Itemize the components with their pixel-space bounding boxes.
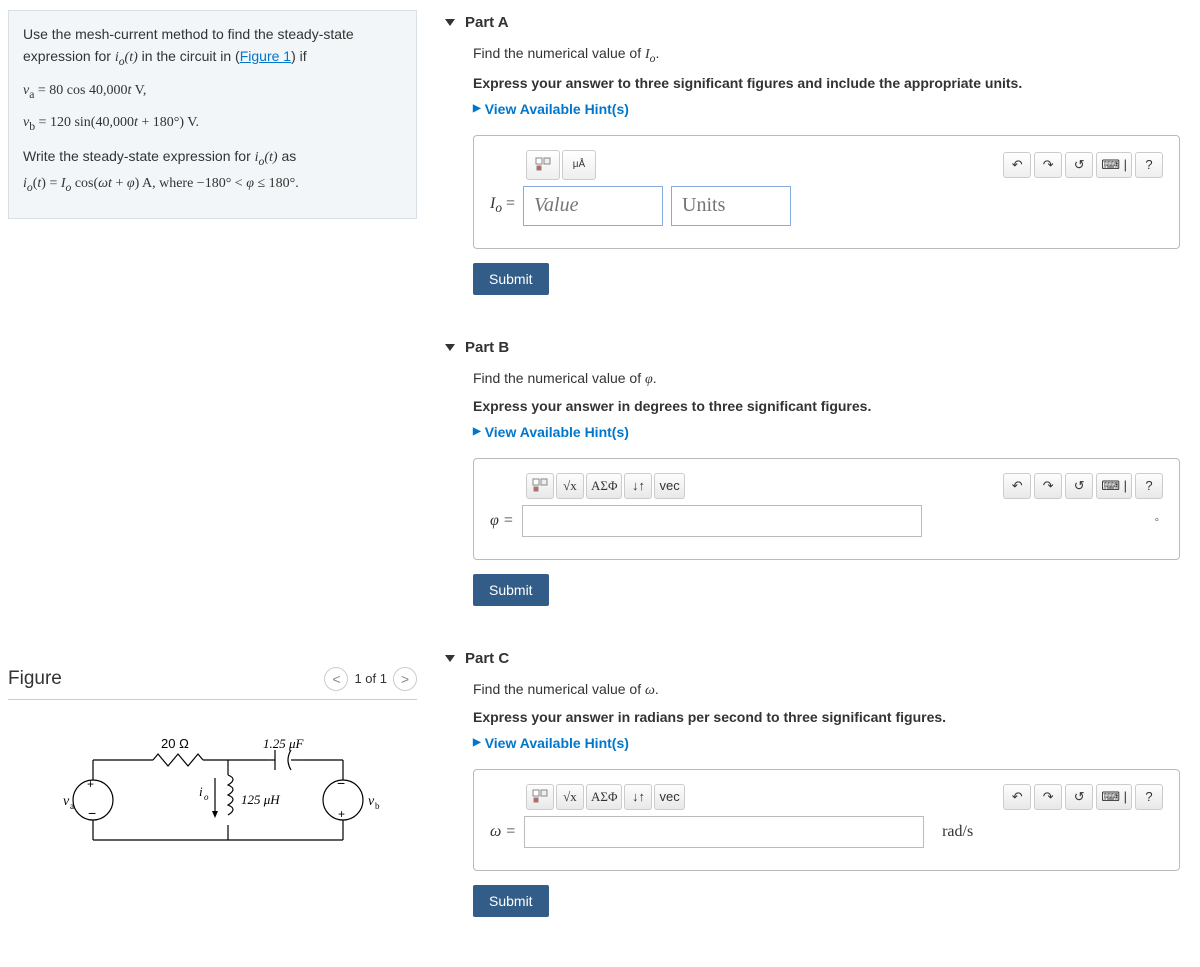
sqrt-button[interactable]: √x — [556, 473, 584, 499]
submit-button[interactable]: Submit — [473, 885, 549, 917]
redo-button[interactable]: ↷ — [1034, 784, 1062, 810]
answer-label: φ = — [490, 512, 514, 530]
redo-button[interactable]: ↷ — [1034, 152, 1062, 178]
answer-label: Io = — [490, 195, 515, 216]
value-input[interactable] — [524, 816, 924, 848]
templates-button[interactable] — [526, 150, 560, 180]
keyboard-button[interactable]: ⌨ | — [1096, 152, 1132, 178]
hints-toggle[interactable]: View Available Hint(s) — [473, 101, 1180, 117]
redo-button[interactable]: ↷ — [1034, 473, 1062, 499]
part-title: Part C — [465, 650, 509, 667]
collapse-icon[interactable] — [445, 344, 455, 351]
equation-vb: vb = 120 sin(40,000t + 180°) V. — [23, 112, 402, 136]
instruction-text: Express your answer in degrees to three … — [473, 398, 1180, 414]
problem-text: as — [281, 148, 296, 164]
problem-text: in the circuit in ( — [142, 48, 240, 64]
question-text: Find the numerical value of ω. — [473, 681, 1180, 699]
templates-button[interactable] — [526, 784, 554, 810]
io-symbol: io(t) — [115, 50, 138, 65]
answer-label: ω = — [490, 823, 516, 841]
subscript-button[interactable]: ↓↑ — [624, 473, 652, 499]
figure-next-button[interactable]: > — [393, 667, 417, 691]
help-button[interactable]: ? — [1135, 473, 1163, 499]
templates-button[interactable] — [526, 473, 554, 499]
submit-button[interactable]: Submit — [473, 263, 549, 295]
problem-text: Write the steady-state expression for — [23, 148, 255, 164]
hints-toggle[interactable]: View Available Hint(s) — [473, 424, 1180, 440]
value-input[interactable] — [522, 505, 922, 537]
figure-prev-button[interactable]: < — [324, 667, 348, 691]
reset-button[interactable]: ↺ — [1065, 784, 1093, 810]
io-label: i — [199, 784, 203, 799]
keyboard-button[interactable]: ⌨ | — [1096, 784, 1132, 810]
svg-text:o: o — [204, 792, 209, 802]
problem-text: ) if — [291, 48, 307, 64]
capacitor-label: 1.25 μF — [263, 736, 305, 751]
greek-button[interactable]: ΑΣΦ — [586, 473, 622, 499]
units-input[interactable] — [671, 186, 791, 226]
undo-button[interactable]: ↶ — [1003, 152, 1031, 178]
value-input[interactable] — [523, 186, 663, 226]
submit-button[interactable]: Submit — [473, 574, 549, 606]
help-button[interactable]: ? — [1135, 784, 1163, 810]
undo-button[interactable]: ↶ — [1003, 473, 1031, 499]
help-button[interactable]: ? — [1135, 152, 1163, 178]
question-text: Find the numerical value of Io. — [473, 45, 1180, 65]
greek-button[interactable]: ΑΣΦ — [586, 784, 622, 810]
svg-text:−: − — [337, 775, 345, 791]
subscript-button[interactable]: ↓↑ — [624, 784, 652, 810]
equation-va: va = 80 cos 40,000t V, — [23, 80, 402, 104]
svg-text:b: b — [375, 801, 380, 811]
figure-counter: 1 of 1 — [354, 671, 387, 686]
figure-link[interactable]: Figure 1 — [240, 48, 291, 64]
io-symbol: io(t) — [255, 150, 278, 165]
answer-area-a: μÅ ↶ ↷ ↺ ⌨ | ? Io = — [473, 135, 1180, 249]
sqrt-button[interactable]: √x — [556, 784, 584, 810]
circuit-diagram: + − − + 20 Ω — [43, 730, 383, 860]
instruction-text: Express your answer to three significant… — [473, 75, 1180, 91]
answer-area-b: √x ΑΣΦ ↓↑ vec ↶ ↷ ↺ ⌨ | ? φ = ° — [473, 458, 1180, 560]
inductor-label: 125 μH — [241, 792, 280, 807]
figure-title: Figure — [8, 668, 62, 690]
part-title: Part A — [465, 14, 509, 31]
units-button[interactable]: μÅ — [562, 150, 596, 180]
answer-area-c: √x ΑΣΦ ↓↑ vec ↶ ↷ ↺ ⌨ | ? ω = rad/s — [473, 769, 1180, 871]
vb-label: v — [368, 794, 375, 809]
keyboard-button[interactable]: ⌨ | — [1096, 473, 1132, 499]
reset-button[interactable]: ↺ — [1065, 473, 1093, 499]
part-title: Part B — [465, 339, 509, 356]
svg-text:+: + — [87, 777, 94, 791]
collapse-icon[interactable] — [445, 655, 455, 662]
instruction-text: Express your answer in radians per secon… — [473, 709, 1180, 725]
resistor-label: 20 Ω — [161, 736, 189, 751]
unit-suffix: rad/s — [942, 823, 973, 841]
vector-button[interactable]: vec — [654, 473, 684, 499]
svg-text:a: a — [70, 801, 74, 811]
question-text: Find the numerical value of φ. — [473, 370, 1180, 388]
svg-text:+: + — [338, 807, 345, 821]
undo-button[interactable]: ↶ — [1003, 784, 1031, 810]
va-label: v — [63, 794, 70, 809]
equation-form: io(t) = Io cos(ωt + φ) A, where −180° < … — [23, 176, 299, 191]
hints-toggle[interactable]: View Available Hint(s) — [473, 735, 1180, 751]
problem-statement: Use the mesh-current method to find the … — [8, 10, 417, 219]
svg-text:−: − — [88, 805, 96, 821]
collapse-icon[interactable] — [445, 19, 455, 26]
degree-mark: ° — [1155, 517, 1159, 529]
vector-button[interactable]: vec — [654, 784, 684, 810]
reset-button[interactable]: ↺ — [1065, 152, 1093, 178]
